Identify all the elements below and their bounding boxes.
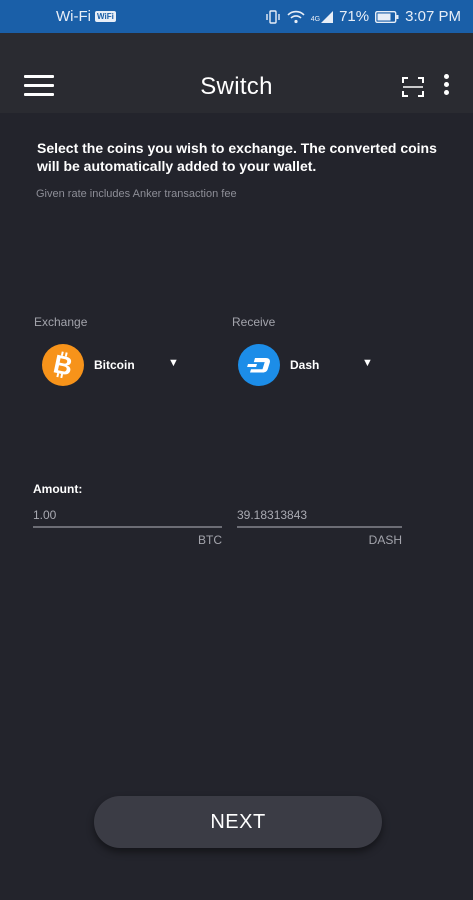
receive-coin-name: Dash [290, 358, 320, 372]
exchange-label: Exchange [34, 315, 88, 329]
to-unit: DASH [368, 533, 402, 547]
dash-icon [238, 344, 280, 386]
receive-coin-select[interactable]: Dash ▼ [238, 342, 378, 388]
status-bar: Wi-Fi WiFi 4G 71% 3:07 PM [0, 0, 473, 33]
network-badge: 4G [310, 15, 321, 23]
wifi-badge: WiFi [94, 11, 116, 22]
exchange-coin-select[interactable]: B Bitcoin ▼ [42, 342, 182, 388]
cell-signal-icon: 4G [310, 10, 334, 23]
system-status: 4G 71% 3:07 PM [265, 8, 461, 25]
chevron-down-icon: ▼ [168, 357, 179, 369]
next-button[interactable]: NEXT [94, 796, 382, 848]
app-bar: Switch [0, 33, 473, 113]
wifi-status: Wi-Fi WiFi [56, 8, 116, 25]
scan-icon[interactable] [401, 75, 425, 99]
from-amount-field[interactable] [33, 504, 222, 528]
wifi-signal-icon [287, 10, 305, 23]
to-amount-field[interactable] [237, 504, 402, 528]
from-amount-input[interactable] [33, 504, 222, 526]
vibrate-icon [266, 9, 280, 24]
more-vert-icon[interactable] [440, 74, 452, 100]
chevron-down-icon: ▼ [362, 357, 373, 369]
amount-label: Amount: [33, 482, 83, 496]
to-amount-input[interactable] [237, 504, 402, 526]
bitcoin-icon: B [42, 344, 84, 386]
instruction-text: Select the coins you wish to exchange. T… [37, 140, 437, 174]
battery-percent: 71% [339, 8, 370, 25]
from-unit: BTC [198, 533, 222, 547]
clock: 3:07 PM [405, 8, 461, 25]
fee-note: Given rate includes Anker transaction fe… [36, 188, 237, 200]
receive-label: Receive [232, 315, 276, 329]
wifi-label: Wi-Fi [56, 8, 91, 25]
exchange-coin-name: Bitcoin [94, 358, 135, 372]
battery-icon [375, 10, 399, 23]
